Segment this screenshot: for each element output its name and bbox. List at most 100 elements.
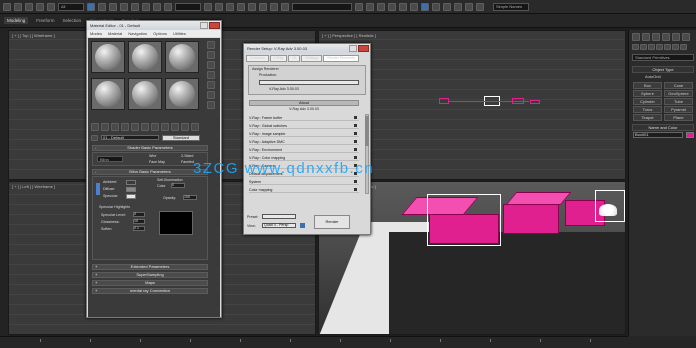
edit-named-sel-icon[interactable]	[281, 2, 289, 11]
unique-icon[interactable]	[141, 123, 149, 131]
rotate-icon[interactable]	[142, 2, 150, 11]
plane-button[interactable]: Plane	[664, 114, 693, 121]
go-to-parent-icon[interactable]	[191, 123, 199, 131]
uv-tiling-icon[interactable]	[207, 71, 215, 79]
sample-slot[interactable]	[91, 77, 125, 110]
backlight-icon[interactable]	[207, 51, 215, 59]
soften-spinner[interactable]: 0.1	[133, 226, 145, 231]
sample-slot[interactable]	[165, 77, 199, 110]
a360-icon[interactable]	[476, 2, 484, 11]
rendered-frame-icon[interactable]	[443, 2, 451, 11]
shader-basic-rollout[interactable]: - Shader Basic Parameters	[92, 145, 208, 151]
mirror-icon[interactable]	[355, 2, 363, 11]
global-switches-row[interactable]: V-Ray:: Global switches	[249, 123, 359, 129]
modify-tab-icon[interactable]	[642, 33, 650, 41]
menu-utilities[interactable]: Utilities	[173, 30, 186, 37]
material-id-icon[interactable]	[161, 123, 169, 131]
snap-icon[interactable]	[237, 2, 245, 11]
hierarchy-tab-icon[interactable]	[652, 33, 660, 41]
teapot-icon[interactable]	[465, 2, 473, 11]
move-icon[interactable]	[131, 2, 139, 11]
view-dropdown[interactable]: All	[58, 2, 84, 11]
menu-material[interactable]: Material	[108, 30, 122, 37]
pick-material-icon[interactable]	[91, 134, 98, 141]
specular-swatch[interactable]	[126, 194, 136, 199]
menu-modes[interactable]: Modes	[90, 30, 102, 37]
render-production-icon[interactable]	[454, 2, 462, 11]
object-name-field[interactable]: Box001	[633, 132, 683, 138]
name-color-header[interactable]: Name and Color	[632, 124, 694, 131]
curve-editor-icon[interactable]	[399, 2, 407, 11]
material-name-field[interactable]: 01 - Default	[101, 135, 159, 140]
color-spinner[interactable]: 0	[171, 183, 185, 188]
reset-map-icon[interactable]	[121, 123, 129, 131]
options-icon[interactable]	[207, 101, 215, 109]
helpers-icon[interactable]	[664, 44, 671, 50]
spinner-snap-icon[interactable]	[270, 2, 278, 11]
ambient-swatch[interactable]	[126, 180, 136, 185]
unlink-icon[interactable]	[36, 2, 44, 11]
viewport-left-label[interactable]: [ + ] [ Left ] [ Wireframe ]	[12, 184, 55, 189]
minimize-button[interactable]	[349, 45, 357, 52]
color-lock-icon[interactable]	[96, 183, 100, 195]
about-rollout[interactable]: About	[249, 100, 359, 106]
show-end-result-icon[interactable]	[181, 123, 189, 131]
cylinder-button[interactable]: Cylinder	[633, 98, 662, 105]
angle-snap-icon[interactable]	[248, 2, 256, 11]
wire-box[interactable]	[530, 100, 540, 104]
tab-gi[interactable]: GI	[288, 55, 301, 62]
view-dropdown[interactable]: Quad 4 - Persp	[262, 223, 296, 228]
material-editor-icon[interactable]	[421, 2, 429, 11]
motion-tab-icon[interactable]	[662, 33, 670, 41]
place-icon[interactable]	[164, 2, 172, 11]
put-to-library-icon[interactable]	[151, 123, 159, 131]
tab-render-elements[interactable]: Render Elements	[323, 55, 359, 62]
sample-slot[interactable]	[128, 41, 162, 73]
shapes-icon[interactable]	[640, 44, 647, 50]
menu-options[interactable]: Options	[153, 30, 167, 37]
shader-dropdown[interactable]: Blinn	[97, 156, 123, 162]
window-crossing-icon[interactable]	[120, 2, 128, 11]
timeline[interactable]	[0, 336, 628, 348]
box-2-top[interactable]	[505, 192, 572, 205]
copy-material-icon[interactable]	[131, 123, 139, 131]
production-renderer-field[interactable]	[259, 80, 359, 85]
bind-icon[interactable]	[47, 2, 55, 11]
spacewarps-icon[interactable]	[672, 44, 679, 50]
tab-vray[interactable]: V-Ray	[269, 55, 288, 62]
close-button[interactable]	[358, 45, 369, 52]
maps-rollout[interactable]: + Maps	[92, 280, 208, 286]
object-type-header[interactable]: Object Type	[632, 66, 694, 73]
sample-slot[interactable]	[165, 41, 199, 73]
show-map-icon[interactable]	[171, 123, 179, 131]
menu-navigation[interactable]: Navigation	[128, 30, 147, 37]
lights-icon[interactable]	[648, 44, 655, 50]
system-row[interactable]: System	[249, 179, 359, 185]
image-sampler-row[interactable]: V-Ray:: Image sampler	[249, 131, 359, 137]
select-manipulate-icon[interactable]	[215, 2, 223, 11]
viewport-front-label[interactable]: [ + ] [ Perspective ] [ Realistic ]	[322, 33, 376, 38]
lock-view-icon[interactable]	[300, 223, 305, 228]
display-tab-icon[interactable]	[672, 33, 680, 41]
render-setup-icon[interactable]	[432, 2, 440, 11]
face-map-check[interactable]: Face Map	[149, 160, 165, 164]
teapot-button[interactable]: Teapot	[633, 114, 662, 121]
viewport-top-label[interactable]: [ + ] [ Top ] [ Wireframe ]	[12, 33, 55, 38]
supersampling-rollout[interactable]: + SuperSampling	[92, 272, 208, 278]
pyramid-button[interactable]: Pyramid	[664, 106, 693, 113]
create-tab-icon[interactable]	[632, 33, 640, 41]
cone-button[interactable]: Cone	[664, 82, 693, 89]
rect-select-icon[interactable]	[109, 2, 117, 11]
redo-icon[interactable]	[14, 2, 22, 11]
preset-dropdown[interactable]	[262, 214, 296, 219]
scrollbar-thumb[interactable]	[365, 116, 369, 146]
box-button[interactable]: Box	[633, 82, 662, 89]
blinn-basic-rollout[interactable]: - Blinn Basic Parameters	[92, 169, 208, 175]
geosphere-button[interactable]: GeoSphere	[664, 90, 693, 97]
get-material-icon[interactable]	[91, 123, 99, 131]
glossiness-spinner[interactable]: 10	[133, 219, 145, 224]
primitives-dropdown[interactable]: Standard Primitives	[632, 54, 694, 61]
put-to-scene-icon[interactable]	[101, 123, 109, 131]
minimize-button[interactable]	[200, 22, 208, 29]
make-preview-icon[interactable]	[207, 91, 215, 99]
